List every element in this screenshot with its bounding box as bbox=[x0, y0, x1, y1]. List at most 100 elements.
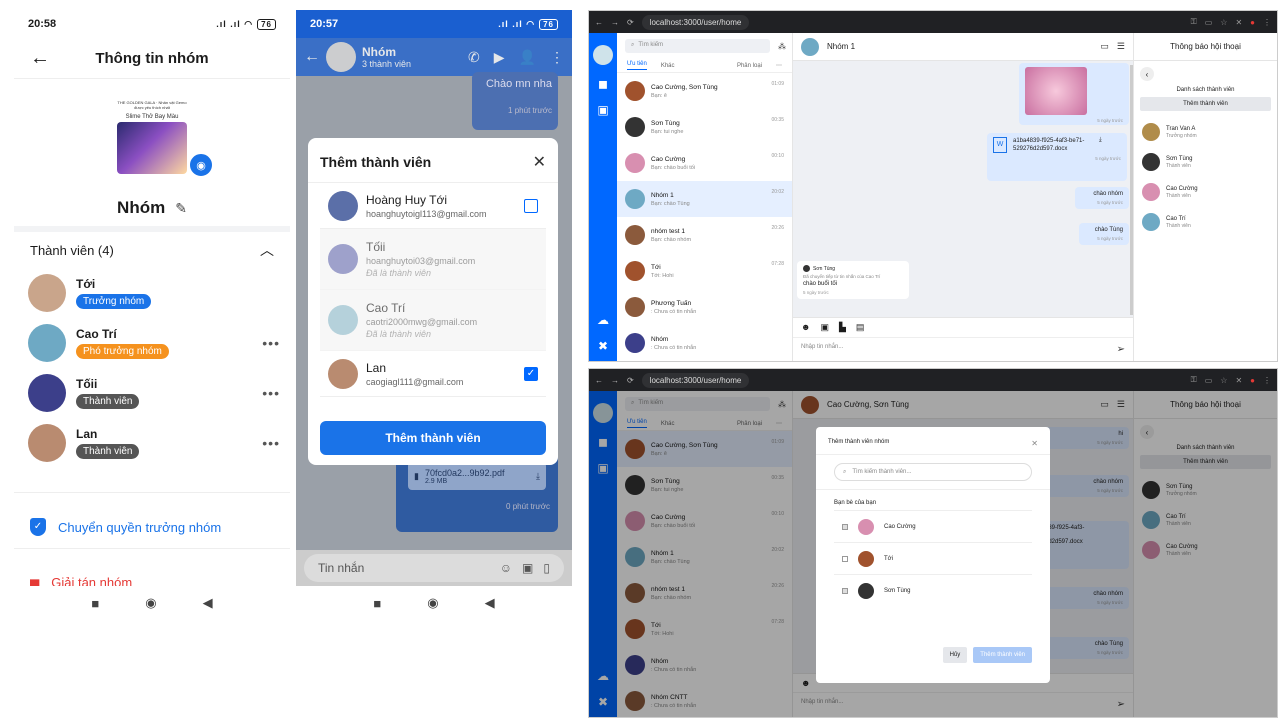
back-arrow-icon[interactable]: ← bbox=[30, 47, 50, 70]
video-call-icon[interactable]: ▭ bbox=[1100, 41, 1109, 52]
message-input[interactable]: Nhập tin nhắn... bbox=[801, 344, 843, 355]
chat-nav-icon[interactable]: ◼ bbox=[598, 77, 608, 91]
star-icon[interactable]: ☆ bbox=[1220, 18, 1227, 27]
extension-icon[interactable]: ✕ bbox=[1235, 376, 1242, 385]
back-nav-icon[interactable]: ← bbox=[595, 18, 603, 27]
select-checkbox[interactable] bbox=[524, 198, 538, 213]
conversation-item[interactable]: Cao Cường, Sơn Tùng Bạn: ê 01:09 bbox=[617, 73, 792, 109]
address-bar[interactable]: localhost:3000/user/home bbox=[641, 14, 750, 30]
user-avatar[interactable] bbox=[593, 45, 613, 65]
tab-classify[interactable]: Phân loại bbox=[737, 63, 762, 69]
conversation-item[interactable]: nhóm test 1 Bạn: chào nhóm 20:26 bbox=[617, 217, 792, 253]
attach-file-icon[interactable]: ▯ bbox=[543, 561, 550, 575]
member-item[interactable]: Sơn Tùng Thành viên bbox=[1134, 147, 1277, 177]
cloud-icon[interactable]: ☁ bbox=[597, 313, 609, 327]
submit-add-member-button[interactable]: Thêm thành viên bbox=[320, 421, 546, 455]
forward-nav-icon[interactable]: → bbox=[611, 376, 619, 385]
image-icon[interactable]: ▣ bbox=[522, 561, 533, 575]
sticker-icon[interactable]: ☻ bbox=[801, 322, 810, 333]
message-input[interactable]: Tin nhắn bbox=[318, 561, 490, 575]
image-message[interactable]: 5 ngày trước bbox=[1019, 63, 1129, 125]
tab-other[interactable]: Khác bbox=[661, 63, 675, 69]
more-options-icon[interactable]: ••• bbox=[262, 335, 280, 351]
back-nav-icon[interactable]: ← bbox=[595, 376, 603, 385]
camera-icon[interactable]: ◉ bbox=[188, 152, 214, 178]
tools-icon[interactable]: ✖ bbox=[598, 339, 608, 353]
cancel-button[interactable]: Hủy bbox=[942, 647, 968, 663]
emoji-icon[interactable]: ☺ bbox=[500, 561, 512, 575]
member-row[interactable]: Cao Trí Phó trưởng nhóm ••• bbox=[28, 318, 280, 368]
contact-card-icon[interactable]: ▤ bbox=[856, 322, 865, 333]
attach-file-icon[interactable]: ▙ bbox=[839, 322, 846, 333]
home-icon[interactable]: ◉ bbox=[427, 595, 438, 611]
key-icon[interactable]: ⚿ bbox=[1191, 17, 1197, 27]
image-icon[interactable]: ▣ bbox=[820, 322, 829, 333]
more-options-icon[interactable]: ••• bbox=[262, 385, 280, 401]
phone-call-icon[interactable]: ✆ bbox=[468, 49, 480, 66]
conversation-item[interactable]: Nhóm: Chưa có tin nhắn bbox=[617, 325, 792, 361]
menu-dots-icon[interactable]: ⋮ bbox=[1263, 18, 1271, 27]
friend-checkbox[interactable] bbox=[842, 555, 848, 562]
group-avatar[interactable]: THE GOLDEN GALA · Nhân vật Gemo được yêu… bbox=[114, 100, 190, 184]
search-input[interactable]: Tìm kiếm bbox=[638, 42, 663, 50]
profile-icon[interactable]: ● bbox=[1250, 376, 1255, 385]
select-checkbox[interactable]: ✓ bbox=[524, 366, 538, 381]
conversation-item[interactable]: Sơn Tùng Bạn: tui nghe 00:35 bbox=[617, 109, 792, 145]
members-section-header[interactable]: Thành viên (4) ︿ bbox=[30, 240, 274, 260]
search-box[interactable]: ⌕ Tìm kiếm bbox=[625, 39, 770, 53]
contacts-nav-icon[interactable]: ▣ bbox=[597, 103, 608, 117]
transfer-ownership-row[interactable]: ✓ Chuyển quyền trưởng nhóm bbox=[30, 518, 221, 536]
list-icon[interactable]: ☰ bbox=[1117, 41, 1125, 52]
member-item[interactable]: Cao Trí Thành viên bbox=[1134, 207, 1277, 237]
add-member-button[interactable]: Thêm thành viên bbox=[1140, 97, 1271, 111]
confirm-add-member-button[interactable]: Thêm thành viên bbox=[973, 647, 1032, 663]
member-search-input[interactable]: Tìm kiếm thành viên... bbox=[852, 469, 911, 475]
member-row[interactable]: Tới Trưởng nhóm bbox=[28, 268, 280, 318]
more-options-icon[interactable]: ••• bbox=[262, 435, 280, 451]
profile-icon[interactable]: ● bbox=[1250, 18, 1255, 27]
close-icon[interactable]: ✕ bbox=[533, 152, 546, 172]
forward-nav-icon[interactable]: → bbox=[611, 18, 619, 27]
download-icon[interactable]: ⤓ bbox=[536, 471, 540, 482]
back-icon[interactable]: ◀ bbox=[485, 595, 495, 611]
member-row[interactable]: Lan Thành viên ••• bbox=[28, 418, 280, 468]
candidate-row[interactable]: Hoàng Huy Tới hoanghuytoigl113@gmail.com bbox=[320, 183, 546, 229]
candidate-row[interactable]: Lan caogiagl111@gmail.com ✓ bbox=[320, 351, 546, 397]
recents-icon[interactable]: ■ bbox=[373, 596, 381, 611]
member-item[interactable]: Tran Van A Trưởng nhóm bbox=[1134, 117, 1277, 147]
extension-icon[interactable]: ✕ bbox=[1235, 18, 1242, 27]
back-icon[interactable]: ◀ bbox=[203, 595, 213, 611]
download-icon[interactable]: ⤓ bbox=[1099, 137, 1102, 153]
close-icon[interactable]: ✕ bbox=[1031, 439, 1038, 448]
cast-icon[interactable]: ▭ bbox=[1205, 376, 1213, 385]
file-attachment[interactable]: ▮ 70fcd0a2...9b92.pdf 2.9 MB ⤓ bbox=[408, 462, 546, 490]
reload-icon[interactable]: ⟳ bbox=[627, 376, 634, 385]
back-arrow-icon[interactable]: ← bbox=[304, 48, 320, 66]
chevron-up-icon[interactable]: ︿ bbox=[260, 240, 274, 260]
friend-row[interactable]: Tới bbox=[834, 542, 1032, 574]
key-icon[interactable]: ⚿ bbox=[1191, 375, 1197, 385]
menu-dots-icon[interactable]: ⋮ bbox=[1263, 376, 1271, 385]
cast-icon[interactable]: ▭ bbox=[1205, 18, 1213, 27]
conversation-item[interactable]: Phương Tuấn: Chưa có tin nhắn bbox=[617, 289, 792, 325]
address-bar[interactable]: localhost:3000/user/home bbox=[641, 372, 750, 388]
recents-icon[interactable]: ■ bbox=[91, 596, 99, 611]
add-member-icon[interactable]: 👤 bbox=[519, 49, 536, 66]
home-icon[interactable]: ◉ bbox=[145, 595, 156, 611]
star-icon[interactable]: ☆ bbox=[1220, 376, 1227, 385]
conversation-item[interactable]: Cao Cường Bạn: chào buổi tối 00:10 bbox=[617, 145, 792, 181]
edit-pencil-icon[interactable]: ✎ bbox=[175, 200, 187, 217]
add-friend-icon[interactable]: ⁂ bbox=[778, 42, 786, 51]
conversation-item[interactable]: Nhóm 1 Bạn: chào Tùng 20:02 bbox=[617, 181, 792, 217]
video-call-icon[interactable]: ▶ bbox=[494, 49, 505, 66]
send-icon[interactable]: ➢ bbox=[1117, 344, 1125, 355]
member-row[interactable]: Tốii Thành viên ••• bbox=[28, 368, 280, 418]
conversation-item[interactable]: Tới Tới: Hohi 07:28 bbox=[617, 253, 792, 289]
member-search-box[interactable]: ⌕ Tìm kiếm thành viên... bbox=[834, 463, 1032, 481]
member-item[interactable]: Cao Cường Thành viên bbox=[1134, 177, 1277, 207]
reload-icon[interactable]: ⟳ bbox=[627, 18, 634, 27]
tab-priority[interactable]: Ưu tiên bbox=[627, 61, 647, 70]
more-vertical-icon[interactable]: ⋮ bbox=[550, 49, 564, 66]
file-message[interactable]: W a1ba4839-f925-4af3-be71-529276d2d597.d… bbox=[987, 133, 1127, 181]
back-icon[interactable]: ‹ bbox=[1140, 67, 1154, 81]
